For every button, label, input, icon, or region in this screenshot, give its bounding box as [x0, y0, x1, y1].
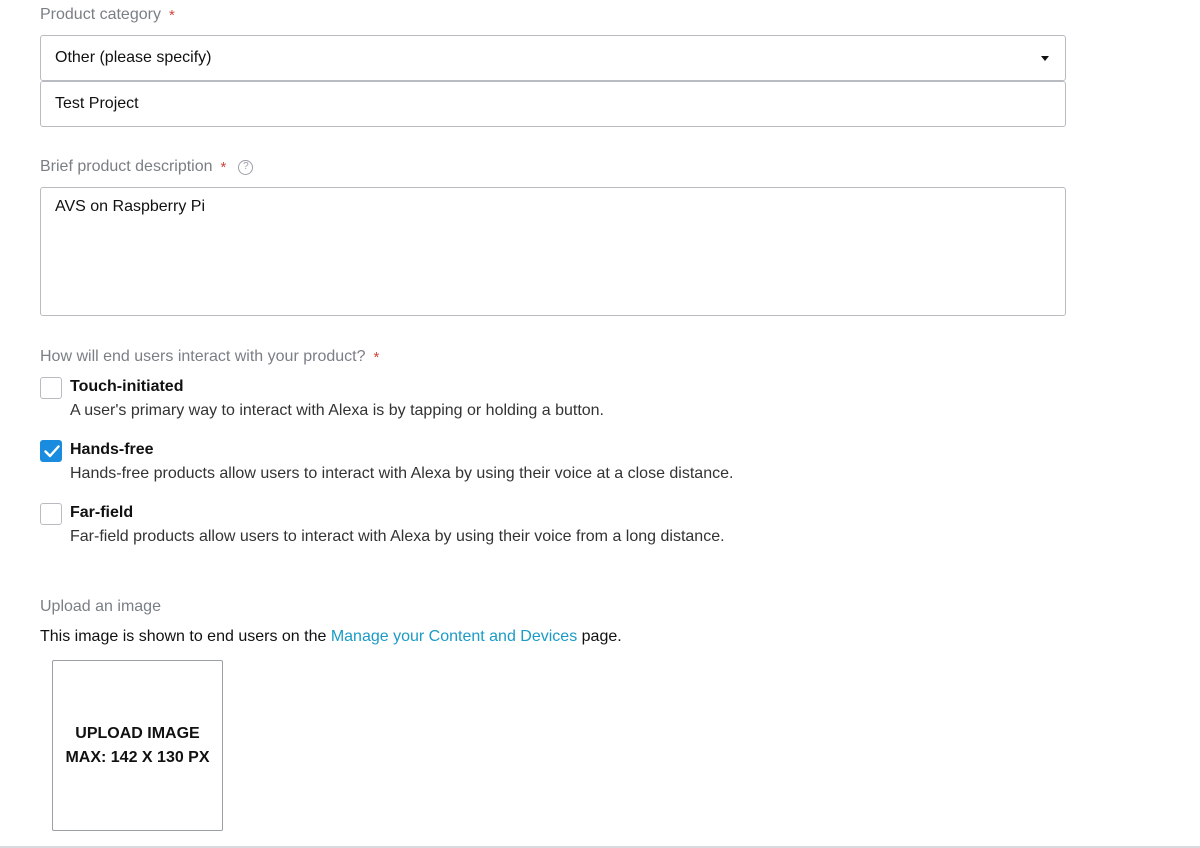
- checkbox-hands-free[interactable]: [40, 440, 62, 462]
- interaction-label: How will end users interact with your pr…: [40, 348, 379, 366]
- option-description: Far-field products allow users to intera…: [70, 528, 725, 545]
- dropdown-caret-icon: [1041, 56, 1049, 61]
- option-description: Hands-free products allow users to inter…: [70, 465, 734, 482]
- description-textarea[interactable]: AVS on Raspberry Pi: [40, 187, 1066, 316]
- product-category-other-input[interactable]: Test Project: [40, 81, 1066, 127]
- product-category-label: Product category *: [40, 6, 175, 24]
- upload-label-text: Upload an image: [40, 598, 161, 615]
- option-title: Far-field: [70, 504, 134, 521]
- upload-desc-after: page.: [581, 628, 622, 645]
- upload-label: Upload an image: [40, 598, 161, 616]
- required-mark: *: [373, 348, 380, 366]
- interaction-label-text: How will end users interact with your pr…: [40, 348, 366, 365]
- product-category-select[interactable]: Other (please specify): [40, 35, 1066, 81]
- upload-desc-before: This image is shown to end users on the: [40, 628, 327, 645]
- required-mark: *: [220, 158, 227, 176]
- option-title: Touch-initiated: [70, 378, 184, 395]
- upload-description: This image is shown to end users on the …: [40, 628, 622, 646]
- option-title: Hands-free: [70, 441, 154, 458]
- checkmark-icon: [44, 445, 60, 458]
- upload-button-size-limit: MAX: 142 X 130 PX: [65, 748, 210, 766]
- manage-content-devices-link[interactable]: Manage your Content and Devices: [331, 628, 577, 645]
- description-label: Brief product description * ?: [40, 158, 254, 176]
- checkbox-touch-initiated[interactable]: [40, 377, 62, 399]
- upload-button-title: UPLOAD IMAGE: [75, 724, 200, 742]
- required-mark: *: [168, 6, 175, 24]
- product-category-label-text: Product category: [40, 6, 161, 23]
- help-icon[interactable]: ?: [238, 159, 254, 175]
- description-value: AVS on Raspberry Pi: [55, 198, 205, 215]
- product-category-selected-value: Other (please specify): [55, 49, 212, 66]
- checkbox-far-field[interactable]: [40, 503, 62, 525]
- product-category-other-value: Test Project: [55, 95, 139, 112]
- option-description: A user's primary way to interact with Al…: [70, 402, 604, 419]
- description-label-text: Brief product description: [40, 158, 213, 175]
- upload-image-button[interactable]: UPLOAD IMAGE MAX: 142 X 130 PX: [52, 660, 223, 831]
